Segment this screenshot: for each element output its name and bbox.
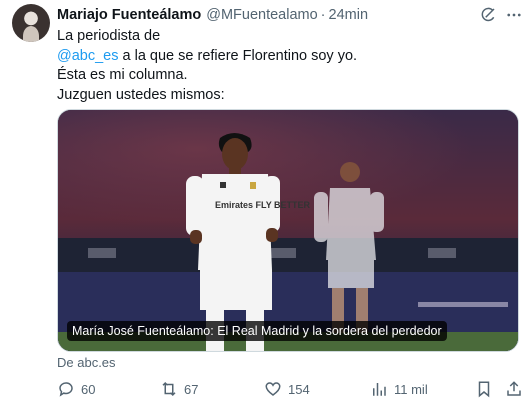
link-card-title[interactable]: María José Fuenteálamo: El Real Madrid y…: [67, 321, 447, 341]
avatar[interactable]: [12, 4, 50, 42]
like-icon: [265, 382, 281, 396]
reply-count: 60: [81, 381, 96, 397]
tweet-line-2-text: a la que se refiere Florentino soy yo.: [118, 47, 358, 64]
view-count: 11 mil: [394, 381, 428, 397]
bookmark-button[interactable]: [475, 380, 493, 398]
author-handle[interactable]: @MFuentealamo: [206, 7, 317, 23]
reply-button[interactable]: 60: [57, 380, 95, 398]
link-card-image[interactable]: Emirates FLY BETTER María José Fuenteála…: [57, 109, 519, 352]
tweet-text: La periodista de @abc_es a la que se ref…: [57, 27, 517, 105]
mention-link[interactable]: @abc_es: [57, 48, 118, 64]
grok-icon[interactable]: [479, 6, 497, 24]
separator: ·: [320, 7, 326, 23]
tweet-line-2: @abc_es a la que se refiere Florentino s…: [57, 47, 517, 67]
more-icon[interactable]: [505, 6, 523, 24]
tweet-line-4: Juzguen ustedes mismos:: [57, 86, 225, 103]
timestamp[interactable]: 24min: [329, 7, 369, 23]
author-name[interactable]: Mariajo Fuenteálamo: [57, 7, 201, 23]
reply-icon: [59, 382, 73, 397]
bookmark-icon: [478, 381, 490, 398]
link-source[interactable]: De abc.es: [57, 355, 116, 370]
repost-icon: [162, 381, 176, 397]
share-icon: [507, 381, 521, 396]
like-button[interactable]: 154: [264, 380, 310, 398]
jersey-sponsor: Emirates FLY BETTER: [215, 200, 311, 210]
tweet-line-3: Ésta es mi columna.: [57, 67, 188, 84]
views-icon: [373, 383, 386, 396]
repost-button[interactable]: 67: [160, 380, 198, 398]
football-photo: Emirates FLY BETTER: [58, 110, 518, 351]
action-bar: 60 67 154 11 mil: [57, 380, 523, 400]
share-button[interactable]: [505, 380, 523, 398]
tweet-header: Mariajo Fuenteálamo @MFuentealamo · 24mi…: [57, 5, 368, 25]
tweet-line-1: La periodista de: [57, 28, 161, 44]
like-count: 154: [288, 381, 310, 397]
repost-count: 67: [184, 381, 199, 397]
views-button[interactable]: 11 mil: [370, 380, 428, 398]
